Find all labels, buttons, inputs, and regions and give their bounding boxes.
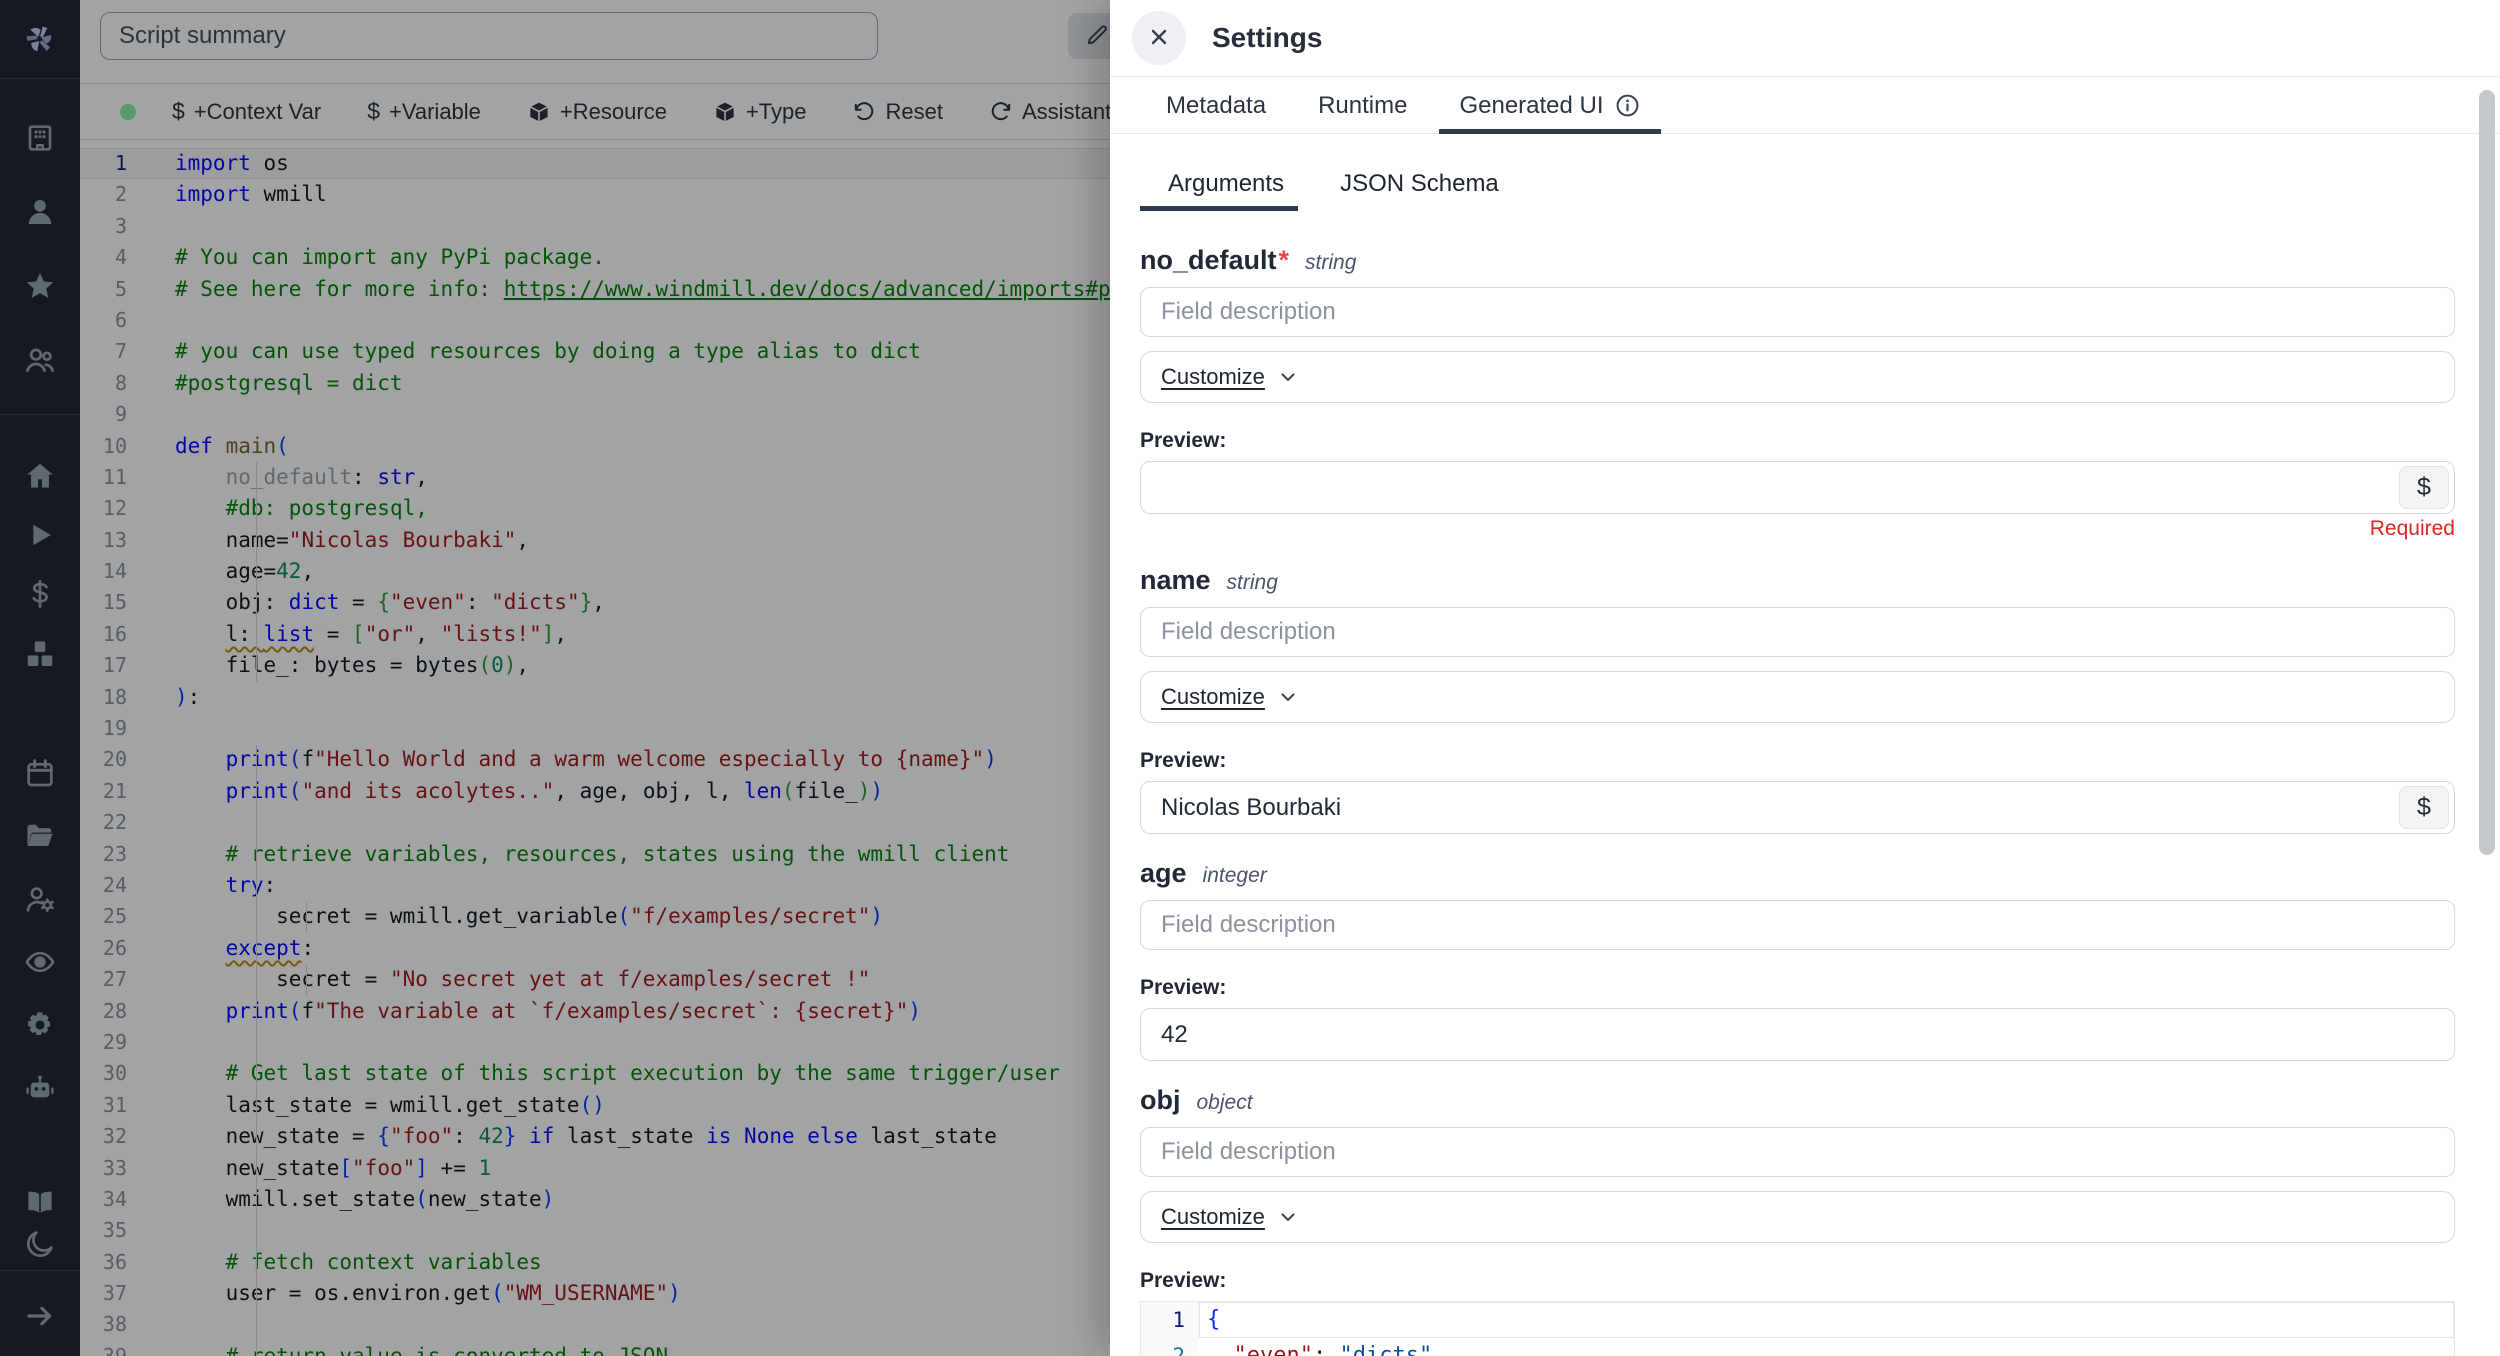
field-description-input[interactable] — [1140, 287, 2455, 337]
close-drawer-button[interactable] — [1132, 11, 1186, 65]
customize-toggle[interactable]: Customize — [1161, 364, 1299, 390]
preview-label: Preview: — [1140, 1269, 2455, 1295]
json-editor-line: 1{ — [1141, 1302, 2454, 1338]
customize-box: Customize — [1140, 351, 2455, 403]
subtab-arguments[interactable]: Arguments — [1140, 156, 1312, 211]
customize-toggle[interactable]: Customize — [1161, 684, 1299, 710]
customize-toggle[interactable]: Customize — [1161, 1204, 1299, 1230]
json-editor-line: 2 "even": "dicts" — [1141, 1338, 2454, 1356]
field-no_default: no_default* string Customize Preview: $ Re… — [1140, 245, 2455, 541]
preview-label: Preview: — [1140, 749, 2455, 775]
required-asterisk: * — [1279, 245, 1290, 276]
argument-fields: no_default* string Customize Preview: $ Re… — [1140, 245, 2455, 1356]
tab-metadata[interactable]: Metadata — [1140, 78, 1292, 133]
insert-variable-button[interactable]: $ — [2399, 466, 2449, 509]
field-type: integer — [1203, 864, 1267, 888]
close-icon — [1147, 25, 1171, 52]
insert-variable-button[interactable]: $ — [2399, 786, 2449, 829]
json-preview-editor[interactable]: 1{ 2 "even": "dicts" — [1140, 1301, 2455, 1356]
preview-input[interactable] — [1140, 461, 2455, 514]
preview-input-wrap — [1140, 1008, 2455, 1061]
tab-runtime[interactable]: Runtime — [1292, 78, 1433, 133]
tab-generated-ui[interactable]: Generated UI — [1433, 78, 1666, 133]
customize-box: Customize — [1140, 1191, 2455, 1243]
chevron-down-icon — [1277, 686, 1299, 708]
panel-scrollbar-thumb[interactable] — [2479, 90, 2495, 855]
field-description-input[interactable] — [1140, 900, 2455, 950]
subtab-json-schema[interactable]: JSON Schema — [1312, 156, 1527, 211]
field-name: obj — [1140, 1085, 1181, 1116]
settings-tabs: MetadataRuntimeGenerated UI — [1110, 78, 2500, 134]
required-hint: Required — [1140, 517, 2455, 541]
field-name: name string Customize Preview: $ — [1140, 565, 2455, 834]
info-icon — [1614, 92, 1641, 119]
field-age: age integer Preview: — [1140, 858, 2455, 1061]
customize-box: Customize — [1140, 671, 2455, 723]
chevron-down-icon — [1277, 1206, 1299, 1228]
preview-label: Preview: — [1140, 976, 2455, 1002]
field-description-input[interactable] — [1140, 1127, 2455, 1177]
field-name: name — [1140, 565, 1211, 596]
preview-label: Preview: — [1140, 429, 2455, 455]
generated-ui-subtabs: ArgumentsJSON Schema — [1140, 156, 2455, 211]
settings-drawer: Settings MetadataRuntimeGenerated UI Arg… — [1110, 0, 2500, 1356]
preview-input[interactable] — [1140, 781, 2455, 834]
preview-input-wrap: $ — [1140, 461, 2455, 514]
settings-content: ArgumentsJSON Schema no_default* string C… — [1110, 134, 2500, 1356]
field-description-input[interactable] — [1140, 607, 2455, 657]
field-type: string — [1305, 251, 1356, 275]
field-name: age — [1140, 858, 1187, 889]
drawer-header: Settings — [1110, 0, 2500, 77]
drawer-backdrop[interactable] — [0, 0, 1110, 1356]
preview-input[interactable] — [1140, 1008, 2455, 1061]
chevron-down-icon — [1277, 366, 1299, 388]
preview-input-wrap: $ — [1140, 781, 2455, 834]
field-name: no_default — [1140, 245, 1277, 276]
field-type: object — [1197, 1091, 1253, 1115]
windmill-script-editor: $+Context Var$+Variable+Resource+TypeRes… — [0, 0, 2500, 1356]
field-type: string — [1227, 571, 1278, 595]
drawer-title: Settings — [1212, 22, 1322, 54]
field-obj: obj object Customize Preview: 1{ 2 "even"… — [1140, 1085, 2455, 1356]
